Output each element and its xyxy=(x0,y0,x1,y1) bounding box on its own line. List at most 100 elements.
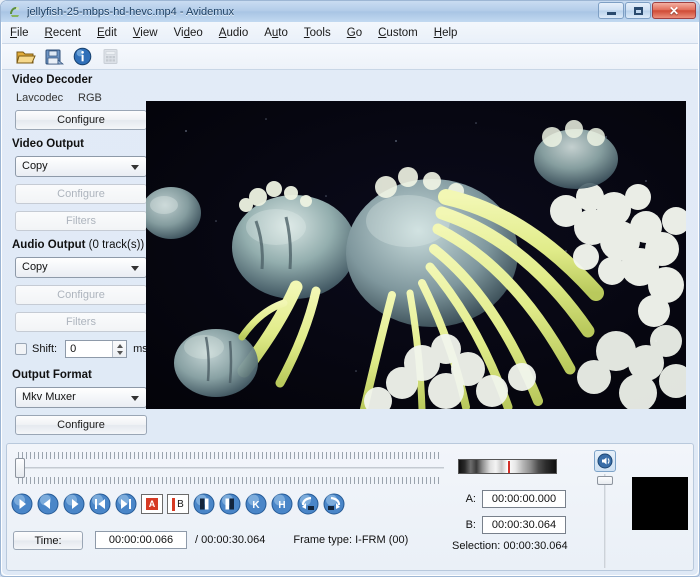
audio-output-codec-select[interactable]: Copy xyxy=(15,257,147,278)
info-icon xyxy=(73,47,92,66)
current-time-input[interactable]: 00:00:00.066 xyxy=(95,531,187,549)
video-decoder-configure-button[interactable]: Configure xyxy=(15,110,147,130)
thumbnail-preview-box xyxy=(632,477,688,530)
set-marker-a-button[interactable]: A xyxy=(141,494,163,514)
timeline-slider[interactable] xyxy=(12,452,444,484)
volume-button[interactable] xyxy=(594,450,616,472)
timeline-ticks-bottom xyxy=(18,477,442,484)
audio-shift-value: 0 xyxy=(70,343,76,355)
chevron-down-icon xyxy=(131,396,139,401)
play-icon xyxy=(11,493,33,515)
chevron-down-icon xyxy=(117,351,123,355)
menu-item-help[interactable]: Help xyxy=(426,24,466,42)
audio-shift-row: Shift: 0 ms xyxy=(15,339,148,359)
calculator-button xyxy=(98,46,122,68)
time-status-row: Time: 00:00:00.066 / 00:00:30.064 Frame … xyxy=(13,529,408,551)
marker-b-label: B xyxy=(177,499,184,510)
menu-item-video[interactable]: Video xyxy=(166,24,211,42)
svg-text:H: H xyxy=(278,500,285,511)
marker-a-label: A xyxy=(146,498,158,510)
marker-a-row: A: 00:00:00.000 xyxy=(452,488,572,510)
marker-panel: A: 00:00:00.000 B: 00:00:30.064 Selectio… xyxy=(452,488,572,552)
left-control-panel: Video Decoder Lavcodec RGB Configure Vid… xyxy=(12,74,148,442)
avidemux-window: jellyfish-25-mbps-hd-hevc.mp4 - Avidemux… xyxy=(0,0,700,577)
menu-item-recent[interactable]: Recent xyxy=(37,24,89,42)
key-right-icon: H xyxy=(271,493,293,515)
menu-bar: File Recent Edit View Video Audio Auto T… xyxy=(2,22,698,44)
selection-duration-label: Selection: 00:00:30.064 xyxy=(452,540,572,552)
menu-item-file[interactable]: File xyxy=(2,24,37,42)
next-black-frame-button[interactable]: H xyxy=(271,493,293,515)
audio-shift-checkbox[interactable] xyxy=(15,343,27,355)
marker-b-input[interactable]: 00:00:30.064 xyxy=(482,516,566,534)
close-button[interactable]: ✕ xyxy=(652,2,696,19)
previous-cut-point-button[interactable] xyxy=(297,493,319,515)
time-mode-button[interactable]: Time: xyxy=(13,531,83,550)
title-bar: jellyfish-25-mbps-hd-hevc.mp4 - Avidemux… xyxy=(1,1,699,22)
video-output-codec-select[interactable]: Copy xyxy=(15,156,147,177)
next-keyframe-button[interactable] xyxy=(219,493,241,515)
menu-item-audio[interactable]: Audio xyxy=(211,24,256,42)
skip-start-icon xyxy=(89,493,111,515)
frame-navigation-strip[interactable] xyxy=(458,459,557,474)
audio-output-configure-button: Configure xyxy=(15,285,147,305)
chevron-down-icon xyxy=(131,165,139,170)
decoder-colorspace: RGB xyxy=(78,92,102,104)
menu-item-view[interactable]: View xyxy=(125,24,166,42)
stepper-arrows[interactable] xyxy=(112,341,126,357)
set-marker-b-button[interactable]: B xyxy=(167,494,189,514)
frame-type-label: Frame type: xyxy=(293,534,352,546)
output-format-configure-button[interactable]: Configure xyxy=(15,415,147,435)
volume-slider-handle[interactable] xyxy=(597,476,613,485)
next-frame-button[interactable] xyxy=(63,493,85,515)
go-to-end-button[interactable] xyxy=(115,493,137,515)
half-right-icon xyxy=(219,493,241,515)
window-controls: ✕ xyxy=(597,2,696,20)
half-left-icon xyxy=(193,493,215,515)
previous-frame-button[interactable] xyxy=(37,493,59,515)
chevron-up-icon xyxy=(117,344,123,348)
maximize-icon xyxy=(634,7,643,15)
output-format-title: Output Format xyxy=(12,369,148,381)
arrow-right-icon xyxy=(63,493,85,515)
open-file-button[interactable] xyxy=(14,46,38,68)
video-preview[interactable] xyxy=(146,101,686,409)
maximize-button[interactable] xyxy=(625,2,651,19)
audio-output-filters-button: Filters xyxy=(15,312,147,332)
video-decoder-info: Lavcodec RGB xyxy=(16,92,148,104)
marker-b-bar-icon xyxy=(172,498,175,511)
info-button[interactable] xyxy=(70,46,94,68)
window-title: jellyfish-25-mbps-hd-hevc.mp4 - Avidemux xyxy=(27,6,234,18)
video-output-configure-button: Configure xyxy=(15,184,147,204)
timeline-handle[interactable] xyxy=(15,458,25,478)
total-duration-label: / 00:00:30.064 xyxy=(195,534,265,546)
menu-item-tools[interactable]: Tools xyxy=(296,24,339,42)
video-frame-image xyxy=(146,101,686,409)
skip-end-icon xyxy=(115,493,137,515)
marker-a-input[interactable]: 00:00:00.000 xyxy=(482,490,566,508)
go-to-start-button[interactable] xyxy=(89,493,111,515)
menu-item-auto[interactable]: Auto xyxy=(256,24,296,42)
next-cut-point-button[interactable] xyxy=(323,493,345,515)
audio-output-title: Audio Output (0 track(s)) xyxy=(12,239,148,251)
save-file-button[interactable] xyxy=(42,46,66,68)
output-format-select[interactable]: Mkv Muxer xyxy=(15,387,147,408)
video-decoder-title: Video Decoder xyxy=(12,74,148,86)
minimize-button[interactable] xyxy=(598,2,624,19)
key-left-icon: K xyxy=(245,493,267,515)
minimize-icon xyxy=(607,12,616,15)
menu-item-go[interactable]: Go xyxy=(339,24,370,42)
previous-black-frame-button[interactable]: K xyxy=(245,493,267,515)
navigation-buttons: A B K xyxy=(11,492,341,516)
previous-keyframe-button[interactable] xyxy=(193,493,215,515)
menu-item-custom[interactable]: Custom xyxy=(370,24,426,42)
open-file-icon xyxy=(16,48,36,66)
save-file-icon xyxy=(44,48,64,66)
svg-text:K: K xyxy=(252,500,260,511)
timeline-groove xyxy=(20,467,444,469)
volume-slider-track[interactable] xyxy=(604,474,606,568)
menu-item-edit[interactable]: Edit xyxy=(89,24,125,42)
play-button[interactable] xyxy=(11,493,33,515)
audio-shift-stepper[interactable]: 0 xyxy=(65,340,127,358)
strip-position-marker xyxy=(508,461,510,474)
